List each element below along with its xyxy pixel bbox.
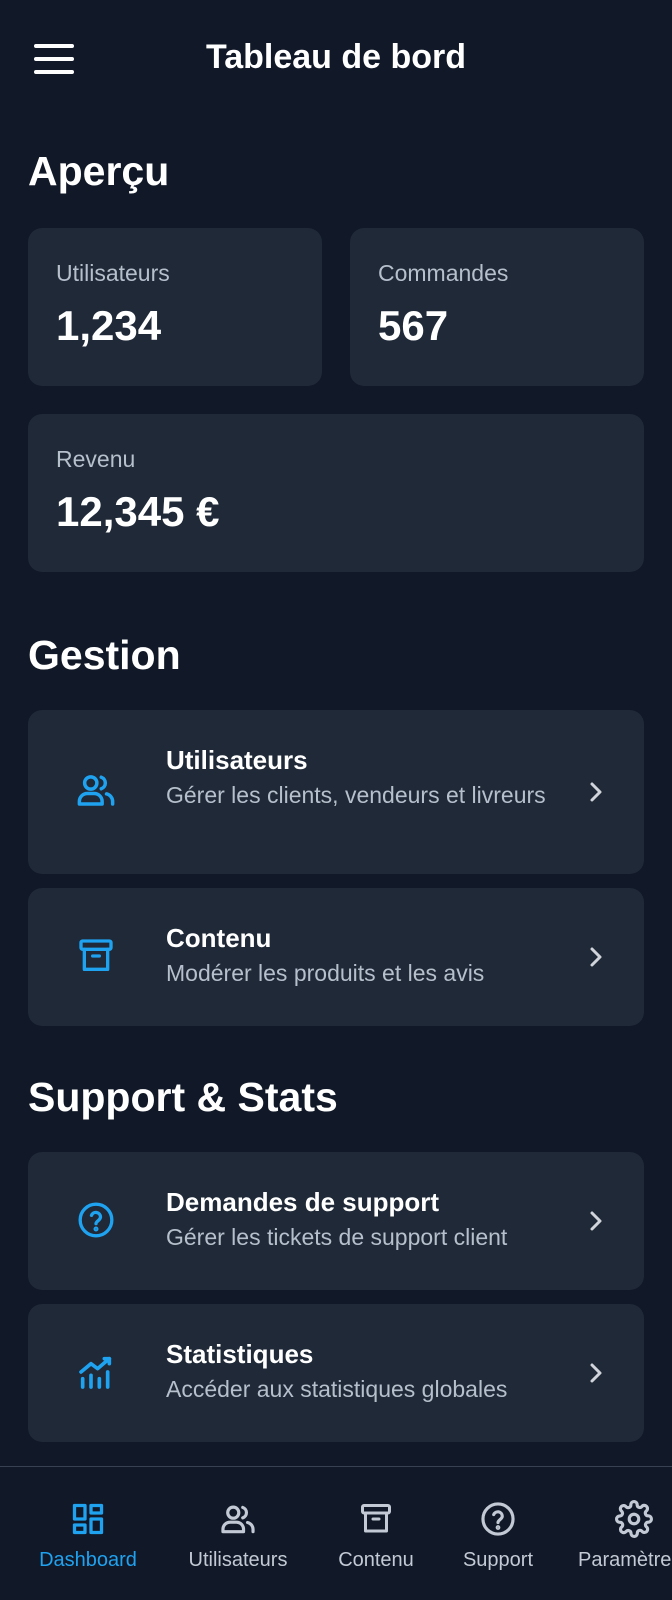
support-item-title: Demandes de support	[166, 1187, 440, 1217]
nav-item-dashboard[interactable]: Dashboard	[18, 1467, 158, 1600]
archive-icon	[356, 1499, 396, 1539]
nav-item-content[interactable]: Contenu	[316, 1467, 436, 1600]
management-item-users[interactable]: Utilisateurs Gérer les clients, vendeurs…	[28, 710, 644, 874]
stat-card-orders: Commandes 567	[350, 228, 644, 386]
nav-label: Contenu	[338, 1549, 414, 1571]
stat-label: Revenu	[56, 446, 136, 472]
management-item-title: Contenu	[166, 923, 272, 953]
support-item-description: Gérer les tickets de support client	[166, 1224, 508, 1250]
nav-item-settings[interactable]: Paramètres	[576, 1467, 672, 1600]
stat-card-revenue: Revenu 12,345 €	[28, 414, 644, 572]
nav-item-support[interactable]: Support	[440, 1467, 556, 1600]
support-item-statistics[interactable]: Statistiques Accéder aux statistiques gl…	[28, 1304, 644, 1442]
nav-item-users[interactable]: Utilisateurs	[168, 1467, 308, 1600]
page-title: Tableau de bord	[205, 38, 467, 76]
chevron-right-icon	[586, 1209, 606, 1233]
section-title-management: Gestion	[28, 632, 181, 678]
top-bar: Tableau de bord	[0, 0, 672, 116]
stat-value: 567	[378, 302, 449, 349]
management-item-text: Contenu Modérer les produits et les avis	[166, 922, 564, 990]
support-item-title: Statistiques	[166, 1339, 314, 1369]
chevron-right-icon	[586, 780, 606, 804]
management-item-description: Modérer les produits et les avis	[166, 960, 485, 986]
help-circle-icon	[74, 1198, 118, 1242]
chart-icon	[74, 1350, 118, 1394]
nav-label: Paramètres	[578, 1549, 672, 1571]
gear-icon	[614, 1499, 654, 1539]
dashboard-icon	[68, 1499, 108, 1539]
help-circle-icon	[478, 1499, 518, 1539]
nav-label: Support	[462, 1549, 534, 1571]
nav-label: Dashboard	[39, 1549, 137, 1571]
users-icon	[74, 768, 118, 812]
chevron-right-icon	[586, 1361, 606, 1385]
management-item-title: Utilisateurs	[166, 745, 308, 775]
management-item-text: Utilisateurs Gérer les clients, vendeurs…	[166, 744, 564, 812]
stat-card-users: Utilisateurs 1,234	[28, 228, 322, 386]
section-title-support-stats: Support & Stats	[28, 1074, 338, 1120]
stat-label: Utilisateurs	[56, 260, 170, 286]
nav-label: Utilisateurs	[188, 1549, 288, 1571]
chevron-right-icon	[586, 945, 606, 969]
stat-label: Commandes	[378, 260, 509, 286]
support-item-requests[interactable]: Demandes de support Gérer les tickets de…	[28, 1152, 644, 1290]
stat-value: 12,345 €	[56, 488, 220, 535]
support-item-text: Demandes de support Gérer les tickets de…	[166, 1186, 564, 1254]
bottom-navigation: Dashboard Utilisateurs Contenu Support P…	[0, 1466, 672, 1600]
management-item-content[interactable]: Contenu Modérer les produits et les avis	[28, 888, 644, 1026]
archive-icon	[74, 934, 118, 978]
users-icon	[218, 1499, 258, 1539]
management-item-description: Gérer les clients, vendeurs et livreurs	[166, 782, 546, 808]
support-item-description: Accéder aux statistiques globales	[166, 1376, 508, 1402]
support-item-text: Statistiques Accéder aux statistiques gl…	[166, 1338, 564, 1406]
stat-value: 1,234	[56, 302, 162, 349]
section-title-overview: Aperçu	[28, 148, 170, 194]
app-root: Tableau de bord Aperçu Utilisateurs 1,23…	[0, 0, 672, 1600]
